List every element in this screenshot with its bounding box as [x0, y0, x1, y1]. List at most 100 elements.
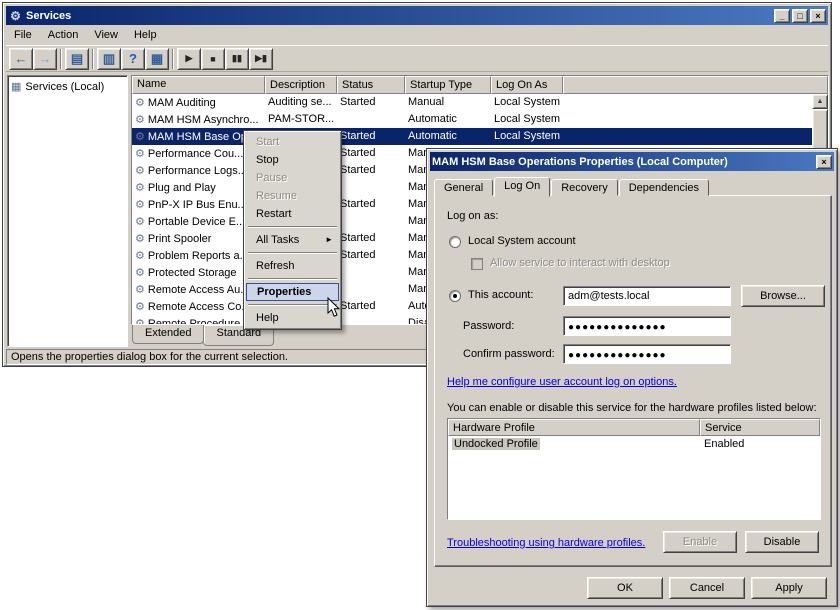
confirm-password-value: ●●●●●●●●●●●●●● — [568, 350, 667, 361]
stop-service-icon[interactable]: ■ — [201, 48, 225, 70]
hw-list-body: Undocked ProfileEnabled — [448, 436, 820, 519]
mouse-cursor — [327, 297, 341, 318]
browse-button[interactable]: Browse... — [741, 285, 825, 307]
this-account-radio[interactable] — [449, 290, 461, 302]
column-header-name[interactable]: Name — [132, 76, 265, 94]
service-gear-icon: ⚙ — [135, 164, 145, 177]
table-row[interactable]: ⚙MAM AuditingAuditing se...StartedManual… — [132, 94, 812, 111]
filler-cell — [563, 94, 812, 111]
show-console-tree-icon[interactable]: ▤ — [65, 48, 89, 70]
service-gear-icon: ⚙ — [135, 198, 145, 211]
minimize-button[interactable]: _ — [774, 9, 790, 23]
status-cell: Started — [337, 298, 405, 315]
hardware-profiles-text: You can enable or disable this service f… — [447, 402, 817, 414]
service-gear-icon: ⚙ — [135, 147, 145, 160]
allow-desktop-checkbox[interactable] — [471, 258, 483, 270]
service-gear-icon: ⚙ — [135, 96, 145, 109]
log-on-as-cell: Local System — [491, 128, 563, 145]
service-name: MAM HSM Base Op... — [148, 131, 256, 143]
toolbar-separator — [60, 49, 62, 69]
context-menu-item-properties[interactable]: Properties — [246, 283, 339, 301]
service-name: Remote Access Co... — [148, 301, 251, 313]
start-service-icon[interactable]: ▶ — [177, 48, 201, 70]
forward-icon[interactable]: → — [33, 48, 57, 70]
column-header-logon[interactable]: Log On As — [491, 76, 563, 94]
enable-button[interactable]: Enable — [663, 531, 737, 553]
password-value: ●●●●●●●●●●●●●● — [568, 322, 667, 333]
menu-file[interactable]: File — [6, 27, 40, 43]
apply-button[interactable]: Apply — [751, 577, 827, 599]
hw-column-header-service[interactable]: Service — [700, 419, 820, 436]
local-system-radio[interactable] — [449, 236, 461, 248]
scroll-thumb[interactable] — [812, 109, 828, 151]
service-name: Problem Reports a... — [148, 250, 249, 262]
export-list-icon[interactable]: ▥ — [97, 48, 121, 70]
account-input[interactable]: adm@tests.local — [563, 286, 731, 306]
status-cell: Started — [337, 145, 405, 162]
dialog-tabs: GeneralLog OnRecoveryDependencies — [434, 176, 710, 196]
hardware-profile-row[interactable]: Undocked ProfileEnabled — [448, 436, 820, 453]
close-button[interactable]: × — [810, 9, 826, 23]
toolbar: ←→ ▤ ▥?▦ ▶■▮▮▶▮ — [6, 45, 828, 72]
scroll-up-button[interactable]: ▲ — [812, 94, 828, 109]
table-row[interactable]: ⚙MAM HSM Base Op...StartedAutomaticLocal… — [132, 128, 812, 145]
context-menu-item-all-tasks[interactable]: All Tasks► — [246, 231, 339, 249]
title-bar[interactable]: ⚙ Services _□× — [6, 6, 828, 25]
dialog-tab-dependencies[interactable]: Dependencies — [619, 179, 709, 196]
pause-service-icon[interactable]: ▮▮ — [225, 48, 249, 70]
context-menu-item-stop[interactable]: Stop — [246, 151, 339, 169]
service-gear-icon: ⚙ — [135, 130, 145, 143]
account-logon-help-link[interactable]: Help me configure user account log on op… — [447, 376, 677, 388]
status-cell: Started — [337, 162, 405, 179]
caption-buttons: _□× — [774, 9, 826, 23]
column-header-status[interactable]: Status — [337, 76, 405, 94]
hw-column-header-profile[interactable]: Hardware Profile — [448, 419, 700, 436]
service-gear-icon: ⚙ — [135, 317, 145, 324]
column-header-startup[interactable]: Startup Type — [405, 76, 491, 94]
menu-separator — [248, 252, 337, 254]
service-gear-icon: ⚙ — [135, 181, 145, 194]
restart-service-icon[interactable]: ▶▮ — [249, 48, 273, 70]
dialog-title-bar[interactable]: MAM HSM Base Operations Properties (Loca… — [430, 152, 834, 171]
context-menu-item-help[interactable]: Help — [246, 309, 339, 327]
tree-item-label: Services (Local) — [25, 81, 104, 93]
context-menu-item-pause[interactable]: Pause — [246, 169, 339, 187]
confirm-password-input[interactable]: ●●●●●●●●●●●●●● — [563, 344, 731, 364]
table-row[interactable]: ⚙MAM HSM Asynchro...PAM-STOR...Automatic… — [132, 111, 812, 128]
context-menu-item-refresh[interactable]: Refresh — [246, 257, 339, 275]
context-menu-item-start[interactable]: Start — [246, 133, 339, 151]
properties-toolbar-icon[interactable]: ▦ — [145, 48, 169, 70]
help-icon[interactable]: ? — [121, 48, 145, 70]
menu-item-label: Help — [256, 309, 279, 327]
hardware-profile-service: Enabled — [700, 436, 820, 453]
dialog-tab-recovery[interactable]: Recovery — [551, 179, 617, 196]
service-name: Performance Cou... — [148, 148, 243, 160]
service-gear-icon: ⚙ — [135, 113, 145, 126]
troubleshoot-link[interactable]: Troubleshooting using hardware profiles. — [447, 537, 645, 549]
maximize-button[interactable]: □ — [792, 9, 808, 23]
back-icon[interactable]: ← — [9, 48, 33, 70]
context-menu-item-restart[interactable]: Restart — [246, 205, 339, 223]
menu-item-label: Start — [256, 133, 279, 151]
account-value: adm@tests.local — [568, 290, 649, 302]
password-input[interactable]: ●●●●●●●●●●●●●● — [563, 316, 731, 336]
dialog-tab-log-on[interactable]: Log On — [494, 177, 550, 197]
tree-item-services-local[interactable]: ▦ Services (Local) — [8, 76, 127, 97]
dialog-tab-general[interactable]: General — [434, 179, 493, 196]
menu-help[interactable]: Help — [126, 27, 165, 43]
menu-item-label: Properties — [257, 284, 311, 300]
service-name: Protected Storage — [148, 267, 237, 279]
column-header-desc[interactable]: Description — [265, 76, 337, 94]
cancel-button[interactable]: Cancel — [669, 577, 745, 599]
ok-button[interactable]: OK — [587, 577, 663, 599]
context-menu-item-resume[interactable]: Resume — [246, 187, 339, 205]
disable-button[interactable]: Disable — [745, 531, 819, 553]
column-header-filler — [563, 76, 828, 94]
menu-view[interactable]: View — [86, 27, 126, 43]
menu-separator — [248, 278, 337, 280]
startup-type-cell: Automatic — [405, 111, 491, 128]
dialog-close-button[interactable]: × — [816, 155, 832, 169]
service-gear-icon: ⚙ — [135, 249, 145, 262]
view-tab-extended[interactable]: Extended — [132, 325, 204, 344]
menu-action[interactable]: Action — [40, 27, 87, 43]
